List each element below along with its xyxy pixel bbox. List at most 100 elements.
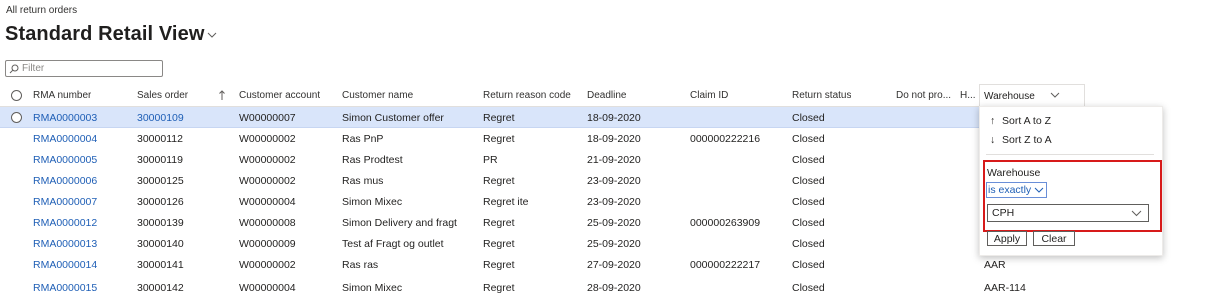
customer-account: W00000002: [239, 132, 296, 145]
chevron-down-icon[interactable]: [1050, 92, 1060, 99]
col-header-h[interactable]: H...: [960, 84, 976, 106]
col-header-warehouse[interactable]: Warehouse: [979, 84, 1085, 108]
warehouse-value-select[interactable]: CPH: [987, 204, 1149, 222]
return-reason: Regret: [483, 281, 515, 294]
arrow-down-icon: ↓: [990, 134, 996, 146]
sales-order: 30000141: [137, 258, 184, 271]
sales-order-link[interactable]: 30000109: [137, 107, 184, 128]
deadline: 28-09-2020: [587, 281, 641, 294]
table-row[interactable]: RMA0000007 30000126 W00000004 Simon Mixe…: [0, 191, 980, 212]
deadline: 25-09-2020: [587, 237, 641, 250]
customer-name: Ras mus: [342, 174, 384, 187]
select-all-radio[interactable]: [11, 84, 22, 106]
customer-name: Simon Mixec: [342, 195, 403, 208]
filter-box[interactable]: [5, 60, 163, 77]
col-header-customer-account[interactable]: Customer account: [239, 84, 320, 106]
rma-link[interactable]: RMA0000006: [33, 170, 97, 191]
deadline: 18-09-2020: [587, 132, 641, 145]
table-row[interactable]: RMA0000003 30000109 W00000007 Simon Cust…: [0, 107, 980, 128]
col-header-sales-order[interactable]: Sales order: [137, 84, 188, 106]
claim-id: 000000222216: [690, 132, 761, 145]
customer-account: W00000009: [239, 237, 296, 250]
return-status: Closed: [792, 132, 825, 145]
customer-name: Ras PnP: [342, 132, 384, 145]
return-reason: Regret: [483, 174, 515, 187]
rma-link[interactable]: RMA0000007: [33, 191, 97, 212]
rma-link[interactable]: RMA0000014: [33, 254, 97, 275]
sort-a-to-z-label: Sort A to Z: [1002, 115, 1052, 127]
sales-order: 30000139: [137, 216, 184, 229]
table-row[interactable]: RMA0000014 30000141 W00000002 Ras ras Re…: [0, 254, 980, 275]
table-row[interactable]: RMA0000004 30000112 W00000002 Ras PnP Re…: [0, 128, 980, 149]
return-reason: Regret: [483, 132, 515, 145]
apply-button[interactable]: Apply: [987, 231, 1027, 246]
rma-link[interactable]: RMA0000005: [33, 149, 97, 170]
rma-link[interactable]: RMA0000015: [33, 277, 97, 298]
customer-account: W00000002: [239, 153, 296, 166]
return-reason: Regret ite: [483, 195, 529, 208]
customer-account: W00000007: [239, 111, 296, 124]
col-header-warehouse-label: Warehouse: [984, 90, 1035, 102]
deadline: 23-09-2020: [587, 195, 641, 208]
table-row[interactable]: RMA0000012 30000139 W00000008 Simon Deli…: [0, 212, 980, 233]
sales-order: 30000112: [137, 132, 183, 145]
table-row[interactable]: RMA0000015 30000142 W00000004 Simon Mixe…: [0, 277, 980, 298]
sales-order: 30000142: [137, 281, 184, 294]
chevron-down-icon[interactable]: [207, 30, 217, 40]
rma-link[interactable]: RMA0000012: [33, 212, 97, 233]
return-status: Closed: [792, 237, 825, 250]
col-header-return-reason[interactable]: Return reason code: [483, 84, 571, 106]
deadline: 21-09-2020: [587, 153, 641, 166]
filter-field-label: Warehouse: [987, 167, 1041, 179]
sort-a-to-z[interactable]: ↑ Sort A to Z: [990, 115, 1051, 127]
sales-order: 30000126: [137, 195, 184, 208]
warehouse-value: AAR: [984, 259, 1006, 271]
table-row[interactable]: RMA0000005 30000119 W00000002 Ras Prodte…: [0, 149, 980, 170]
filter-input[interactable]: [19, 62, 152, 75]
rma-link[interactable]: RMA0000013: [33, 233, 97, 254]
deadline: 23-09-2020: [587, 174, 641, 187]
col-header-do-not-process[interactable]: Do not pro...: [896, 84, 951, 106]
page-title: Standard Retail View: [5, 23, 205, 45]
operator-select[interactable]: is exactly: [986, 182, 1048, 198]
rma-link[interactable]: RMA0000003: [33, 107, 97, 128]
clear-button[interactable]: Clear: [1033, 231, 1075, 246]
customer-name: Simon Mixec: [342, 281, 403, 294]
return-reason: Regret: [483, 216, 515, 229]
sort-z-to-a[interactable]: ↓ Sort Z to A: [990, 134, 1052, 146]
return-status: Closed: [792, 258, 825, 271]
col-header-deadline[interactable]: Deadline: [587, 84, 626, 106]
col-header-claim-id[interactable]: Claim ID: [690, 84, 728, 106]
claim-id: 000000222217: [690, 258, 761, 271]
filter-criteria-area: Warehouse is exactly CPH: [983, 160, 1162, 232]
col-header-rma[interactable]: RMA number: [33, 84, 91, 106]
table-row[interactable]: RMA0000006 30000125 W00000002 Ras mus Re…: [0, 170, 980, 191]
chevron-down-icon: [1131, 210, 1142, 217]
sort-z-to-a-label: Sort Z to A: [1002, 134, 1052, 146]
sales-order: 30000119: [137, 153, 183, 166]
col-header-customer-name[interactable]: Customer name: [342, 84, 413, 106]
row-select-radio[interactable]: [11, 107, 22, 128]
customer-account: W00000004: [239, 281, 296, 294]
customer-name: Test af Fragt og outlet: [342, 237, 444, 250]
col-header-return-status[interactable]: Return status: [792, 84, 851, 106]
table-row[interactable]: RMA0000013 30000140 W00000009 Test af Fr…: [0, 233, 980, 254]
sort-ascending-icon: [219, 84, 225, 106]
return-status: Closed: [792, 195, 825, 208]
customer-account: W00000002: [239, 258, 296, 271]
customer-name: Ras Prodtest: [342, 153, 403, 166]
return-status: Closed: [792, 111, 825, 124]
return-reason: Regret: [483, 111, 515, 124]
arrow-up-icon: ↑: [990, 115, 996, 127]
customer-account: W00000002: [239, 174, 296, 187]
rma-link[interactable]: RMA0000004: [33, 128, 97, 149]
sales-order: 30000140: [137, 237, 184, 250]
return-status: Closed: [792, 174, 825, 187]
return-status: Closed: [792, 281, 825, 294]
deadline: 27-09-2020: [587, 258, 641, 271]
customer-account: W00000004: [239, 195, 296, 208]
return-reason: PR: [483, 153, 498, 166]
customer-name: Ras ras: [342, 258, 379, 271]
search-icon: [9, 64, 19, 73]
breadcrumb[interactable]: All return orders: [6, 5, 77, 16]
